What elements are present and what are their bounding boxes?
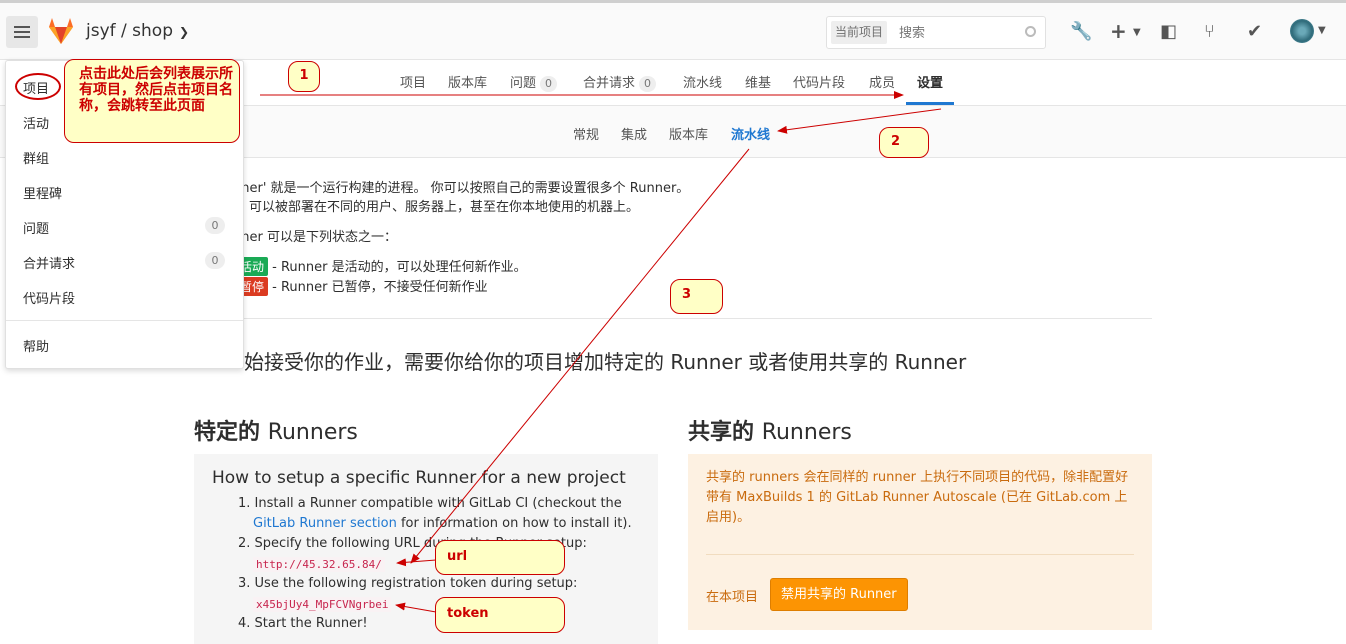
highlight-ring	[15, 73, 61, 100]
gitlab-logo[interactable]	[46, 17, 76, 45]
annotation-number-3: 3	[670, 279, 723, 314]
nav-issues[interactable]: 问题 0	[510, 72, 558, 92]
disable-shared-runners-button[interactable]: 禁用共享的 Runner	[770, 578, 908, 611]
divider	[6, 320, 243, 321]
nav-wiki[interactable]: 维基	[745, 72, 771, 91]
nav-issues-label[interactable]: 问题	[510, 76, 536, 91]
step-1-text: 1. Install a Runner compatible with GitL…	[238, 496, 622, 511]
status-paused-row: 暂停 - Runner 已暂停，不接受任何新作业	[236, 276, 488, 296]
mr-count-badge: 0	[639, 76, 657, 92]
runner-url-code[interactable]: http://45.32.65.84/	[253, 557, 385, 572]
specific-heading-bold: 特定的	[194, 420, 261, 445]
intro-line-3: nner 可以是下列状态之一：	[233, 230, 397, 245]
runners-lead-text: 始接受你的作业，需要你给你的项目增加特定的 Runner 或者使用共享的 Run…	[244, 350, 967, 374]
step-1-continued: GitLab Runner section for information on…	[253, 516, 632, 531]
search-icon	[1025, 26, 1036, 37]
search-input[interactable]	[899, 22, 1019, 44]
subnav-repository[interactable]: 版本库	[669, 124, 708, 143]
shared-runner-label: 在本项目	[706, 590, 759, 605]
search-box[interactable]: 当前项目	[826, 16, 1046, 49]
paused-status-text: - Runner 已暂停，不接受任何新作业	[272, 280, 488, 295]
divider	[194, 318, 1152, 319]
shared-heading-bold: 共享的	[688, 420, 755, 445]
annotation-number-2: 2	[879, 127, 929, 158]
chevron-down-icon: ❯	[178, 25, 190, 39]
menu-item-issues[interactable]: 问题	[23, 218, 49, 237]
shared-heading-light: Runners	[761, 420, 852, 445]
specific-runners-heading: 特定的 Runners	[194, 414, 358, 446]
shared-runners-description: 共享的 runners 会在同样的 runner 上执行不同项目的代码，除非配置…	[706, 470, 1129, 525]
nav-project[interactable]: 项目	[400, 72, 426, 91]
hamburger-menu-button[interactable]	[6, 16, 38, 48]
step-4-text: 4. Start the Runner!	[238, 616, 368, 631]
menu-item-snippets[interactable]: 代码片段	[23, 288, 75, 307]
subnav-general[interactable]: 常规	[573, 124, 599, 143]
subnav-pipelines[interactable]: 流水线	[731, 124, 770, 143]
nav-pipelines[interactable]: 流水线	[683, 72, 722, 91]
chevron-down-icon[interactable]: ▼	[1318, 25, 1326, 36]
step-3-text: 3. Use the following registration token …	[238, 576, 578, 591]
nav-repository[interactable]: 版本库	[448, 72, 487, 91]
setup-title: How to setup a specific Runner for a new…	[212, 468, 626, 488]
shared-runners-panel: 共享的 runners 会在同样的 runner 上执行不同项目的代码，除非配置…	[688, 454, 1152, 630]
breadcrumb-text[interactable]: jsyf / shop	[86, 21, 173, 41]
shared-runners-heading: 共享的 Runners	[688, 414, 852, 446]
annotation-token-label: token	[435, 597, 565, 633]
specific-heading-light: Runners	[267, 420, 358, 445]
divider	[706, 554, 1134, 555]
project-breadcrumb[interactable]: jsyf / shop ❯	[86, 21, 189, 41]
top-navbar: jsyf / shop ❯ 当前项目 🔧 + ▼ ◧ ⑂ ✔ ▼	[0, 0, 1346, 60]
chevron-down-icon[interactable]: ▼	[1133, 27, 1141, 38]
wrench-icon[interactable]: 🔧	[1070, 21, 1092, 42]
todo-panel-icon[interactable]: ◧	[1160, 21, 1177, 42]
issues-count-badge: 0	[540, 76, 558, 92]
nav-merge-requests[interactable]: 合并请求 0	[583, 72, 657, 92]
nav-members[interactable]: 成员	[869, 72, 895, 91]
intro-line-1: nner' 就是一个运行构建的进程。 你可以按照自己的需要设置很多个 Runne…	[233, 181, 690, 196]
menu-item-help[interactable]: 帮助	[23, 336, 49, 355]
annotation-note: 点击此处后会列表展示所有项目，然后点击项目名称，会跳转至此页面	[64, 59, 240, 143]
merge-request-icon[interactable]: ⑂	[1204, 21, 1215, 42]
annotation-number-1: 1	[288, 61, 320, 92]
registration-token-code[interactable]: x45bjUy4_MpFCVNgrbei	[253, 597, 392, 612]
mr-count-badge: 0	[205, 252, 225, 269]
menu-item-merge-requests[interactable]: 合并请求	[23, 253, 75, 272]
menu-item-activity[interactable]: 活动	[23, 113, 49, 132]
runner-docs-link[interactable]: GitLab Runner section	[253, 516, 397, 531]
check-circle-icon[interactable]: ✔	[1247, 21, 1262, 42]
subnav-integrations[interactable]: 集成	[621, 124, 647, 143]
menu-icon	[14, 31, 30, 33]
search-scope-badge[interactable]: 当前项目	[831, 21, 888, 44]
plus-icon[interactable]: +	[1110, 19, 1127, 43]
nav-settings[interactable]: 设置	[917, 72, 943, 91]
menu-item-milestones[interactable]: 里程碑	[23, 183, 62, 202]
status-active-row: 活动 - Runner 是活动的，可以处理任何新作业。	[236, 256, 527, 276]
menu-item-groups[interactable]: 群组	[23, 148, 49, 167]
annotation-url-label: url	[435, 540, 565, 575]
issues-count-badge: 0	[205, 217, 225, 234]
nav-snippets[interactable]: 代码片段	[793, 72, 845, 91]
active-tab-underline	[906, 102, 954, 105]
avatar[interactable]	[1290, 19, 1314, 43]
nav-merge-requests-label[interactable]: 合并请求	[583, 76, 635, 91]
intro-line-2: 可以被部署在不同的用户、服务器上，甚至在你本地使用的机器上。	[249, 200, 640, 215]
active-status-text: - Runner 是活动的，可以处理任何新作业。	[272, 260, 527, 275]
specific-runner-setup-panel: How to setup a specific Runner for a new…	[194, 454, 658, 644]
step-1-tail: for information on how to install it).	[400, 516, 632, 531]
